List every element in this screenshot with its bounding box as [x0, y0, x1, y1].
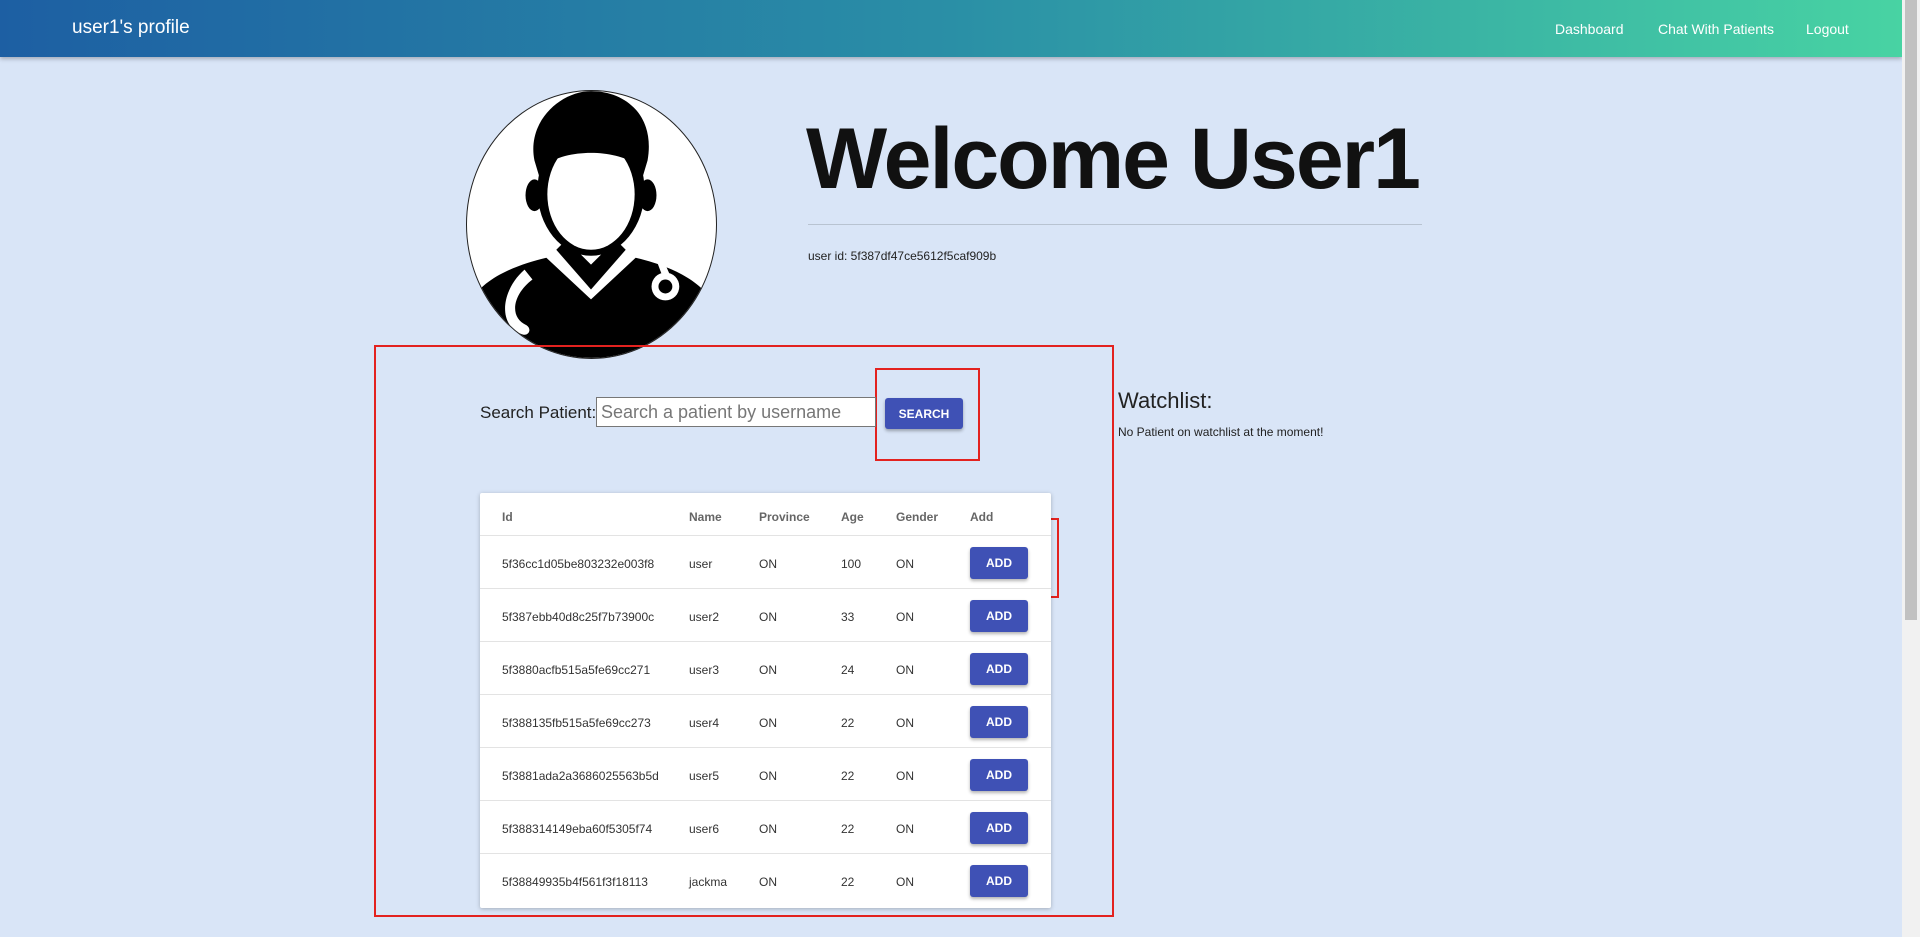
cell-name: user3 — [689, 663, 720, 677]
cell-id: 5f388314149eba60f5305f74 — [502, 822, 653, 836]
add-patient-button[interactable]: ADD — [970, 812, 1028, 844]
doctor-avatar-icon — [466, 90, 717, 359]
cell-id: 5f388135fb515a5fe69cc273 — [502, 716, 651, 730]
table-header-row: Id Name Province Age Gender Add — [480, 493, 1051, 536]
cell-age: 22 — [841, 875, 855, 889]
cell-id: 5f3881ada2a3686025563b5d — [502, 769, 659, 783]
cell-gender: ON — [896, 769, 914, 783]
user-id-text: user id: 5f387df47ce5612f5caf909b — [808, 249, 997, 263]
nav-dashboard-link[interactable]: Dashboard — [1555, 21, 1624, 37]
heading-divider — [808, 224, 1422, 225]
cell-name: user6 — [689, 822, 720, 836]
watchlist-empty-text: No Patient on watchlist at the moment! — [1118, 425, 1324, 439]
add-patient-button[interactable]: ADD — [970, 759, 1028, 791]
cell-age: 100 — [841, 557, 862, 571]
table-row: 5f36cc1d05be803232e003f8 user ON 100 ON ADD — [480, 536, 1051, 589]
column-header-name: Name — [689, 510, 722, 524]
add-patient-button[interactable]: ADD — [970, 600, 1028, 632]
cell-age: 22 — [841, 716, 855, 730]
column-header-id: Id — [502, 510, 513, 524]
cell-name: user5 — [689, 769, 720, 783]
cell-id: 5f3880acfb515a5fe69cc271 — [502, 663, 651, 677]
cell-province: ON — [759, 557, 777, 571]
cell-age: 22 — [841, 769, 855, 783]
top-navbar: user1's profile Dashboard Chat With Pati… — [0, 0, 1902, 57]
cell-gender: ON — [896, 663, 914, 677]
table-row: 5f38849935b4f561f3f18113 jackma ON 22 ON ADD — [480, 854, 1051, 907]
search-patient-input[interactable] — [596, 397, 876, 427]
cell-id: 5f38849935b4f561f3f18113 — [502, 875, 648, 889]
page-scrollbar[interactable] — [1902, 0, 1920, 937]
welcome-heading: Welcome User1 — [806, 111, 1421, 207]
cell-province: ON — [759, 610, 777, 624]
patients-table: Id Name Province Age Gender Add 5f36cc1d… — [480, 493, 1051, 908]
scrollbar-thumb[interactable] — [1905, 0, 1917, 620]
search-patient-label: Search Patient: — [480, 403, 597, 422]
watchlist-title: Watchlist: — [1118, 388, 1213, 413]
table-row: 5f387ebb40d8c25f7b73900c user2 ON 33 ON ADD — [480, 589, 1051, 642]
cell-name: user — [689, 557, 713, 571]
cell-province: ON — [759, 822, 777, 836]
app-title[interactable]: user1's profile — [72, 17, 190, 39]
add-patient-button[interactable]: ADD — [970, 547, 1028, 579]
table-row: 5f388314149eba60f5305f74 user6 ON 22 ON ADD — [480, 801, 1051, 854]
add-patient-button[interactable]: ADD — [970, 653, 1028, 685]
cell-name: user2 — [689, 610, 720, 624]
cell-province: ON — [759, 875, 777, 889]
column-header-add: Add — [970, 510, 994, 524]
table-row: 5f388135fb515a5fe69cc273 user4 ON 22 ON ADD — [480, 695, 1051, 748]
column-header-province: Province — [759, 510, 810, 524]
add-patient-button[interactable]: ADD — [970, 706, 1028, 738]
table-row: 5f3881ada2a3686025563b5d user5 ON 22 ON ADD — [480, 748, 1051, 801]
column-header-age: Age — [841, 510, 864, 524]
nav-chat-with-patients-link[interactable]: Chat With Patients — [1658, 21, 1774, 37]
cell-name: user4 — [689, 716, 720, 730]
cell-gender: ON — [896, 716, 914, 730]
table-row: 5f3880acfb515a5fe69cc271 user3 ON 24 ON ADD — [480, 642, 1051, 695]
search-button[interactable]: SEARCH — [885, 398, 963, 429]
cell-id: 5f387ebb40d8c25f7b73900c — [502, 610, 655, 624]
cell-name: jackma — [689, 875, 728, 889]
cell-age: 24 — [841, 663, 855, 677]
cell-gender: ON — [896, 822, 914, 836]
cell-gender: ON — [896, 610, 914, 624]
cell-province: ON — [759, 716, 777, 730]
cell-gender: ON — [896, 875, 914, 889]
cell-province: ON — [759, 663, 777, 677]
column-header-gender: Gender — [896, 510, 939, 524]
cell-id: 5f36cc1d05be803232e003f8 — [502, 557, 655, 571]
cell-age: 33 — [841, 610, 855, 624]
cell-gender: ON — [896, 557, 914, 571]
nav-logout-link[interactable]: Logout — [1806, 21, 1849, 37]
cell-age: 22 — [841, 822, 855, 836]
add-patient-button[interactable]: ADD — [970, 865, 1028, 897]
cell-province: ON — [759, 769, 777, 783]
